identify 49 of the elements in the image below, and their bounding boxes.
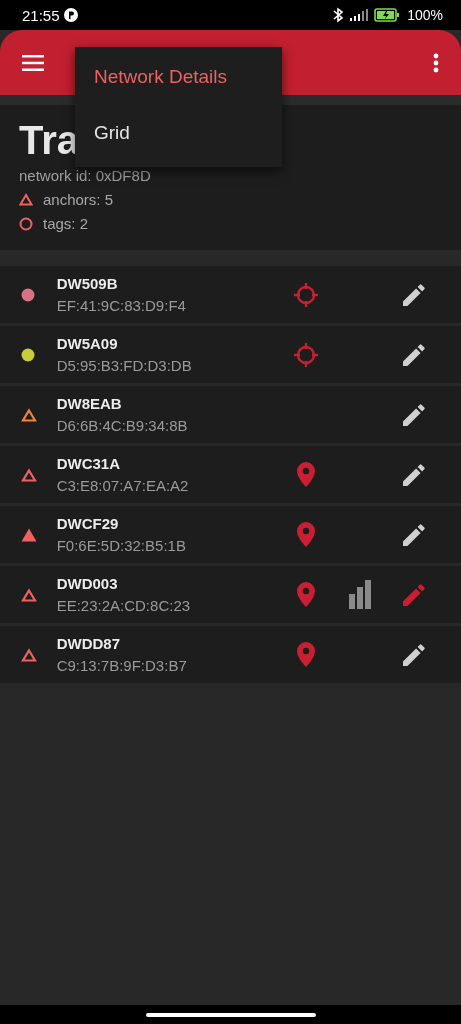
device-name: DWDD87 (56, 635, 121, 652)
device-address: D6:6B:4C:B9:34:8B (56, 417, 189, 434)
more-options-icon[interactable] (433, 52, 439, 73)
bluetooth-icon (332, 7, 345, 23)
device-name: DW5A09 (56, 335, 119, 352)
device-address: C9:13:7B:9F:D3:B7 (56, 657, 188, 674)
network-id: network id: 0xDF8D (19, 167, 152, 184)
app-notification-icon (63, 8, 78, 22)
device-row[interactable]: DW5A09 D5:95:B3:FD:D3:DB (0, 326, 461, 383)
device-name: DWC31A (56, 455, 121, 472)
home-indicator[interactable] (145, 1012, 316, 1017)
tag-count: tags: 2 (43, 215, 89, 232)
edit-icon[interactable] (403, 403, 425, 426)
location-pin-icon[interactable] (297, 582, 316, 607)
signal-icon (348, 8, 371, 22)
device-name: DWD003 (56, 575, 119, 592)
device-row[interactable]: DWCF29 F0:6E:5D:32:B5:1B (0, 506, 461, 563)
device-name: DW8EAB (56, 395, 123, 412)
device-name: DWCF29 (56, 515, 120, 532)
bar-chart-icon[interactable] (349, 580, 371, 609)
device-row[interactable]: DW8EAB D6:6B:4C:B9:34:8B (0, 386, 461, 443)
device-row[interactable]: DWD003 EE:23:2A:CD:8C:23 (0, 566, 461, 623)
edit-icon[interactable] (403, 523, 425, 546)
device-address: D5:95:B3:FD:D3:DB (56, 357, 193, 374)
battery-percent: 100% (407, 7, 443, 23)
crosshair-icon[interactable] (293, 341, 320, 368)
edit-icon[interactable] (403, 643, 425, 666)
status-time: 21:55 (22, 6, 60, 24)
location-pin-icon[interactable] (297, 522, 316, 547)
device-row[interactable]: DWC31A C3:E8:07:A7:EA:A2 (0, 446, 461, 503)
edit-icon[interactable] (403, 463, 425, 486)
device-address: EF:41:9C:83:D9:F4 (56, 297, 187, 314)
device-address: C3:E8:07:A7:EA:A2 (56, 477, 190, 494)
crosshair-icon[interactable] (293, 281, 320, 308)
location-pin-icon[interactable] (297, 462, 316, 487)
location-pin-icon[interactable] (297, 642, 316, 667)
device-row[interactable]: DW509B EF:41:9C:83:D9:F4 (0, 266, 461, 323)
edit-icon[interactable] (403, 343, 425, 366)
menu-item[interactable]: Network Details (75, 51, 282, 107)
menu-icon[interactable] (22, 54, 44, 71)
device-row[interactable]: DWDD87 C9:13:7B:9F:D3:B7 (0, 626, 461, 683)
triangle-icon (19, 193, 33, 206)
device-address: F0:6E:5D:32:B5:1B (56, 537, 187, 554)
device-address: EE:23:2A:CD:8C:23 (56, 597, 192, 614)
circle-icon (19, 216, 33, 231)
edit-icon[interactable] (403, 283, 425, 306)
anchor-count: anchors: 5 (43, 191, 114, 208)
device-name: DW509B (56, 275, 119, 292)
battery-charging-icon (374, 8, 401, 22)
